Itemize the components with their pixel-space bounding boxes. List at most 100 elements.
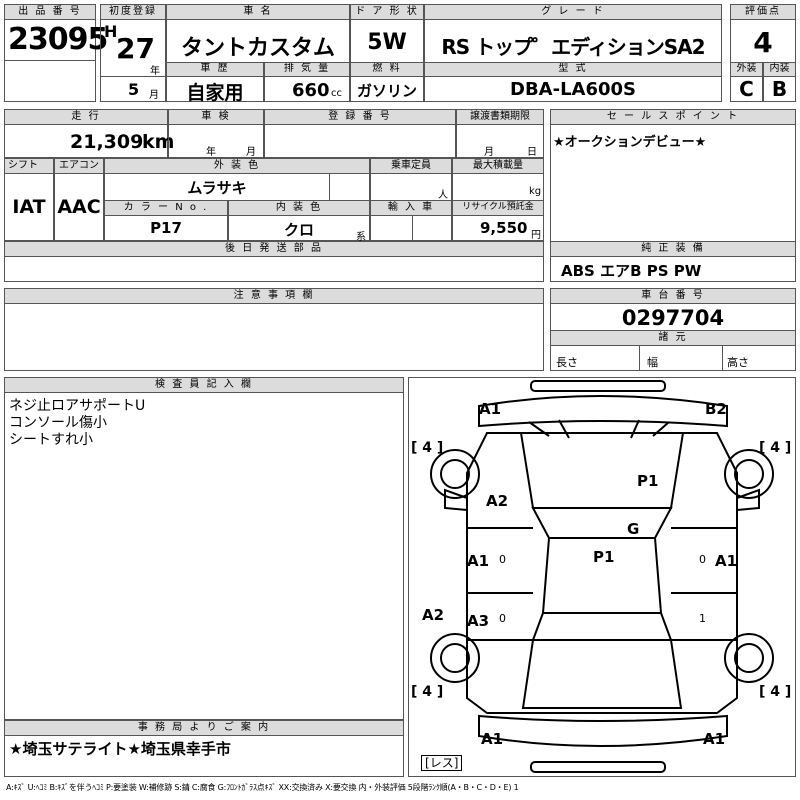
mark-right-front-door: A1 bbox=[715, 552, 738, 570]
lot-no-blank bbox=[4, 60, 96, 102]
mark-roof: P1 bbox=[593, 548, 615, 566]
shift-header: シフト bbox=[4, 158, 54, 174]
color-no-header: カ ラ ー N o . bbox=[104, 200, 228, 216]
later-parts-header: 後 日 発 送 部 品 bbox=[4, 241, 544, 257]
transfer-header: 譲渡書類期限 bbox=[456, 109, 544, 125]
mark-left-rear-fender: A2 bbox=[422, 606, 445, 624]
int-color: クロ bbox=[283, 221, 314, 239]
import-box-2 bbox=[412, 215, 452, 241]
door-type: 5W bbox=[367, 30, 407, 55]
door-ind-1: 0 bbox=[499, 553, 506, 566]
door-ind-2: 0 bbox=[499, 612, 506, 625]
height-label: 高さ bbox=[727, 356, 749, 369]
color-no: P17 bbox=[150, 219, 182, 237]
transfer-month-unit: 月 bbox=[484, 147, 494, 158]
recycle: 9,550 bbox=[480, 219, 528, 237]
tire-rr: [ 4 ] bbox=[759, 684, 792, 700]
fuel: ガソリン bbox=[356, 82, 417, 100]
mark-front-left: A1 bbox=[479, 400, 502, 418]
mileage: 21,309 bbox=[70, 131, 144, 153]
mark-windshield: G bbox=[627, 520, 640, 538]
notes-header: 注 意 事 項 欄 bbox=[4, 288, 544, 304]
mark-rear-left: A1 bbox=[481, 730, 504, 748]
less-label-text: レス bbox=[429, 756, 454, 770]
mark-left-front-fender: A2 bbox=[486, 492, 509, 510]
lot-no-header: 出 品 番 号 bbox=[4, 4, 96, 20]
displacement-unit: cc bbox=[331, 88, 342, 99]
specs-header: 諸 元 bbox=[550, 330, 796, 346]
interior-header: 内装 bbox=[763, 62, 796, 77]
reg-no-box bbox=[264, 124, 456, 158]
month-unit: 月 bbox=[149, 90, 159, 101]
history-header: 車 歴 bbox=[166, 62, 264, 77]
model-header: 型 式 bbox=[424, 62, 722, 77]
insp-month-unit: 月 bbox=[246, 147, 256, 158]
max-load-header: 最大積載量 bbox=[452, 158, 544, 174]
width-label: 幅 bbox=[647, 356, 658, 369]
office-header: 事 務 局 よ り ご 案 内 bbox=[4, 720, 404, 736]
year-unit: 年 bbox=[150, 66, 160, 77]
sales-point: ★オークションデビュー★ bbox=[553, 135, 707, 150]
capacity-unit: 人 bbox=[438, 190, 448, 201]
exterior-header: 外装 bbox=[730, 62, 763, 77]
mark-rear-right: A1 bbox=[703, 730, 726, 748]
grade-header: グ レ ー ド bbox=[424, 4, 722, 20]
max-load-unit: kg bbox=[529, 186, 542, 197]
car-outline bbox=[430, 380, 774, 773]
displacement-header: 排 気 量 bbox=[264, 62, 350, 77]
tire-rl: [ 4 ] bbox=[411, 684, 444, 700]
later-parts-box bbox=[4, 256, 544, 282]
model: DBA-LA600S bbox=[510, 79, 636, 100]
inspection-header: 車 検 bbox=[168, 109, 264, 125]
car-name: タントカスタム bbox=[180, 36, 335, 61]
score-header: 評価点 bbox=[730, 4, 796, 20]
aircon: AAC bbox=[57, 196, 101, 218]
first-reg-header: 初度登録 bbox=[100, 4, 166, 20]
reg-no-header: 登 録 番 号 bbox=[264, 109, 456, 125]
history: 自家用 bbox=[186, 82, 244, 104]
reg-year: 27 bbox=[116, 32, 155, 65]
mark-front-right: B2 bbox=[705, 400, 727, 418]
length-label: 長さ bbox=[556, 356, 578, 369]
office-note: ★埼玉サテライト★埼玉県幸手市 bbox=[9, 740, 231, 758]
int-color-header: 内 装 色 bbox=[228, 200, 370, 216]
inspector-note-3: シートすれ小 bbox=[9, 432, 93, 448]
recycle-unit: 円 bbox=[531, 230, 541, 241]
ext-color-header: 外 装 色 bbox=[104, 158, 370, 174]
capacity-header: 乗車定員 bbox=[370, 158, 452, 174]
door-ind-3: 0 bbox=[699, 553, 706, 566]
door-header: ド ア 形 状 bbox=[350, 4, 424, 20]
genuine-header: 純 正 装 備 bbox=[550, 241, 796, 257]
door-ind-4: 1 bbox=[699, 612, 706, 625]
tire-fl-value: 4 bbox=[422, 440, 433, 456]
car-diagram: A1 B2 P1 G P1 A2 A1 A3 A2 A1 A1 A1 0 0 0… bbox=[408, 377, 796, 777]
mark-left-front-door: A1 bbox=[467, 552, 490, 570]
import-box-1 bbox=[370, 215, 413, 241]
tire-rr-value: 4 bbox=[770, 684, 781, 700]
mileage-header: 走 行 bbox=[4, 109, 168, 125]
chassis-header: 車 台 番 号 bbox=[550, 288, 796, 304]
grade: RS トップ゜エディションSA2 bbox=[441, 35, 705, 59]
fuel-header: 燃 料 bbox=[350, 62, 424, 77]
ext-color: ムラサキ bbox=[187, 179, 247, 197]
recycle-header: リサイクル預託金 bbox=[452, 200, 544, 216]
tire-rl-value: 4 bbox=[422, 684, 433, 700]
displacement: 660 bbox=[292, 80, 330, 101]
aircon-header: エアコン bbox=[54, 158, 104, 174]
inspector-header: 検 査 員 記 入 欄 bbox=[4, 377, 404, 393]
score: 4 bbox=[753, 26, 773, 59]
car-name-header: 車 名 bbox=[166, 4, 350, 20]
transfer-day-unit: 日 bbox=[527, 147, 537, 158]
genuine-equipment: ABS エアB PS PW bbox=[561, 262, 702, 280]
mark-hood: P1 bbox=[637, 472, 659, 490]
insp-year-unit: 年 bbox=[206, 147, 216, 158]
import-header: 輸 入 車 bbox=[370, 200, 452, 216]
shift: IAT bbox=[12, 196, 46, 218]
sales-point-header: セ ー ル ス ポ イ ン ト bbox=[550, 109, 796, 125]
mark-left-rear-door: A3 bbox=[467, 612, 490, 630]
less-label: [レス] bbox=[421, 755, 463, 771]
tire-fr-value: 4 bbox=[770, 440, 781, 456]
ext-color-box-2 bbox=[329, 173, 370, 201]
tire-fl: [ 4 ] bbox=[411, 440, 444, 456]
lot-no: 23095 bbox=[8, 22, 108, 57]
